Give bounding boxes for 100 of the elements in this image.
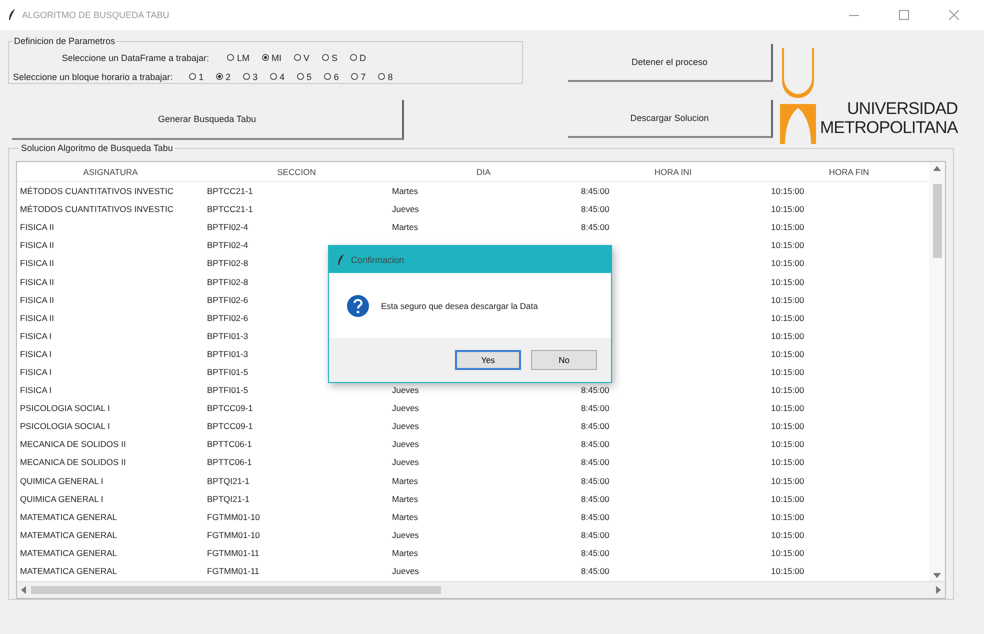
scroll-thumb[interactable] bbox=[933, 184, 942, 258]
table-cell-text: 10:15:00 bbox=[770, 476, 804, 486]
vertical-scrollbar[interactable] bbox=[929, 162, 945, 582]
minimize-icon[interactable] bbox=[849, 14, 859, 16]
column-header[interactable]: SECCION bbox=[204, 166, 389, 176]
table-cell-text: 10:15:00 bbox=[770, 512, 804, 522]
table-cell-text: 10:15:00 bbox=[770, 439, 804, 450]
download-button[interactable]: Descargar Solucion bbox=[568, 100, 773, 138]
stop-button[interactable]: Detener el proceso bbox=[568, 44, 773, 82]
table-cell-text: 10:15:00 bbox=[770, 276, 804, 287]
table-cell-text: 10:15:00 bbox=[770, 204, 804, 214]
radio-button[interactable]: S bbox=[322, 52, 338, 62]
table-cell-text: BPTCC21-1 bbox=[206, 186, 253, 196]
table-cell-text: MÉTODOS CUANTITATIVOS INVESTIC bbox=[19, 204, 174, 214]
column-header[interactable]: HORA FIN bbox=[768, 166, 930, 176]
logo-text: METROPOLITANA bbox=[820, 118, 958, 137]
table-cell-text: 10:15:00 bbox=[770, 457, 804, 468]
table-cell-text: BPTFI02-8 bbox=[206, 276, 248, 287]
table-cell-text: FISICA II bbox=[19, 276, 54, 287]
maximize-icon[interactable] bbox=[899, 10, 909, 20]
table-cell-text: Jueves bbox=[391, 204, 419, 214]
table-cell-text: Martes bbox=[391, 186, 418, 196]
dialog-button[interactable]: Yes bbox=[455, 350, 521, 370]
table-cell-text: PSICOLOGIA SOCIAL I bbox=[19, 421, 110, 432]
table-cell-text: BPTFI02-6 bbox=[206, 294, 248, 305]
table-cell-text: 10:15:00 bbox=[770, 421, 804, 432]
table-cell-text: 10:15:00 bbox=[770, 403, 804, 414]
table-cell-text: BPTTC06-1 bbox=[206, 457, 252, 468]
table-cell-text: FISICA I bbox=[19, 385, 52, 396]
table-cell-text: MATEMATICA GENERAL bbox=[19, 512, 117, 522]
table-cell-text: Jueves bbox=[391, 439, 419, 450]
table-cell-text: BPTFI02-6 bbox=[206, 312, 248, 323]
table-cell-text: 8:45:00 bbox=[580, 385, 610, 396]
table-cell-text: Martes bbox=[391, 512, 418, 522]
table-cell-text: FISICA II bbox=[19, 258, 54, 268]
table-cell-text: 8:45:00 bbox=[580, 186, 610, 196]
table-cell-text: MÉTODOS CUANTITATIVOS INVESTIC bbox=[19, 186, 174, 196]
scroll-left-icon[interactable] bbox=[21, 586, 26, 594]
question-icon bbox=[347, 294, 369, 316]
table-cell-text: FISICA II bbox=[19, 312, 54, 323]
table-cell-text: 8:45:00 bbox=[580, 421, 610, 432]
radio-button[interactable]: 8 bbox=[378, 72, 393, 82]
radio-button[interactable]: 2 bbox=[216, 72, 231, 82]
radio-button[interactable]: D bbox=[350, 52, 366, 62]
radio-button[interactable]: V bbox=[294, 52, 310, 62]
column-header[interactable]: DIA bbox=[389, 166, 578, 176]
radio-button[interactable]: 5 bbox=[296, 72, 312, 82]
table-cell-text: BPTFI01-5 bbox=[206, 385, 248, 396]
table-cell-text: BPTFI02-8 bbox=[206, 258, 248, 268]
radio-button[interactable]: 3 bbox=[242, 72, 258, 82]
table-cell-text: Martes bbox=[391, 222, 418, 232]
table-cell-text: FGTMM01-10 bbox=[206, 512, 260, 522]
group-title: Definicion de Parametros bbox=[13, 36, 116, 46]
dialog-button[interactable]: No bbox=[531, 350, 597, 370]
table-cell-text: 10:15:00 bbox=[770, 348, 804, 359]
table-cell-text: Jueves bbox=[391, 457, 419, 468]
radio-button[interactable]: LM bbox=[227, 52, 250, 62]
table-cell-text: 8:45:00 bbox=[580, 530, 610, 540]
radio-button[interactable]: MI bbox=[262, 52, 282, 62]
table-cell-text: PSICOLOGIA SOCIAL I bbox=[19, 403, 110, 414]
table-cell-text: BPTQI21-1 bbox=[206, 494, 250, 504]
table-cell-text: 8:45:00 bbox=[580, 512, 610, 522]
group-title: Solucion Algoritmo de Busqueda Tabu bbox=[19, 143, 175, 153]
field-label: Seleccione un bloque horario a trabajar: bbox=[13, 72, 174, 82]
table-cell-text: 10:15:00 bbox=[770, 548, 804, 558]
table-cell-text: 10:15:00 bbox=[770, 186, 804, 196]
column-header[interactable]: HORA INI bbox=[578, 166, 768, 176]
feather-icon bbox=[337, 254, 345, 266]
radio-button[interactable]: 6 bbox=[324, 72, 339, 82]
radio-button[interactable]: 7 bbox=[350, 72, 366, 82]
table-cell-text: 8:45:00 bbox=[580, 439, 610, 450]
scroll-right-icon[interactable] bbox=[936, 586, 941, 594]
table-cell-text: BPTFI01-3 bbox=[206, 348, 248, 359]
scroll-up-icon[interactable] bbox=[933, 166, 941, 171]
radio-button[interactable]: 4 bbox=[270, 72, 285, 82]
close-icon[interactable] bbox=[949, 10, 959, 20]
table-cell-text: MATEMATICA GENERAL bbox=[19, 548, 117, 558]
scroll-down-icon[interactable] bbox=[933, 573, 941, 578]
table-cell-text: 8:45:00 bbox=[580, 476, 610, 486]
scroll-thumb[interactable] bbox=[31, 586, 441, 594]
table-cell-text: QUIMICA GENERAL I bbox=[19, 476, 104, 486]
table-cell-text: FISICA II bbox=[19, 240, 54, 250]
horizontal-scrollbar[interactable] bbox=[17, 581, 945, 598]
table-cell-text: 10:15:00 bbox=[770, 222, 804, 232]
table-cell-text: FGTMM01-11 bbox=[206, 548, 260, 558]
radio-button[interactable]: 1 bbox=[188, 72, 204, 82]
table-cell-text: 8:45:00 bbox=[580, 548, 610, 558]
table-cell-text: Jueves bbox=[391, 403, 419, 414]
table-cell-text: FGTMM01-10 bbox=[206, 530, 260, 540]
table-cell-text: 10:15:00 bbox=[770, 530, 804, 540]
table-cell-text: 8:45:00 bbox=[580, 204, 610, 214]
table-cell-text: 8:45:00 bbox=[580, 457, 610, 468]
generate-button[interactable]: Generar Busqueda Tabu bbox=[12, 100, 404, 140]
table-cell-text: BPTCC09-1 bbox=[206, 421, 253, 432]
table-cell-text: FISICA I bbox=[19, 366, 52, 377]
table-cell-text: Jueves bbox=[391, 566, 419, 576]
column-header[interactable]: ASIGNATURA bbox=[17, 166, 204, 176]
table-cell-text: 10:15:00 bbox=[770, 312, 804, 323]
table-cell-text: BPTFI01-5 bbox=[206, 366, 248, 377]
table-cell-text: 10:15:00 bbox=[770, 366, 804, 377]
